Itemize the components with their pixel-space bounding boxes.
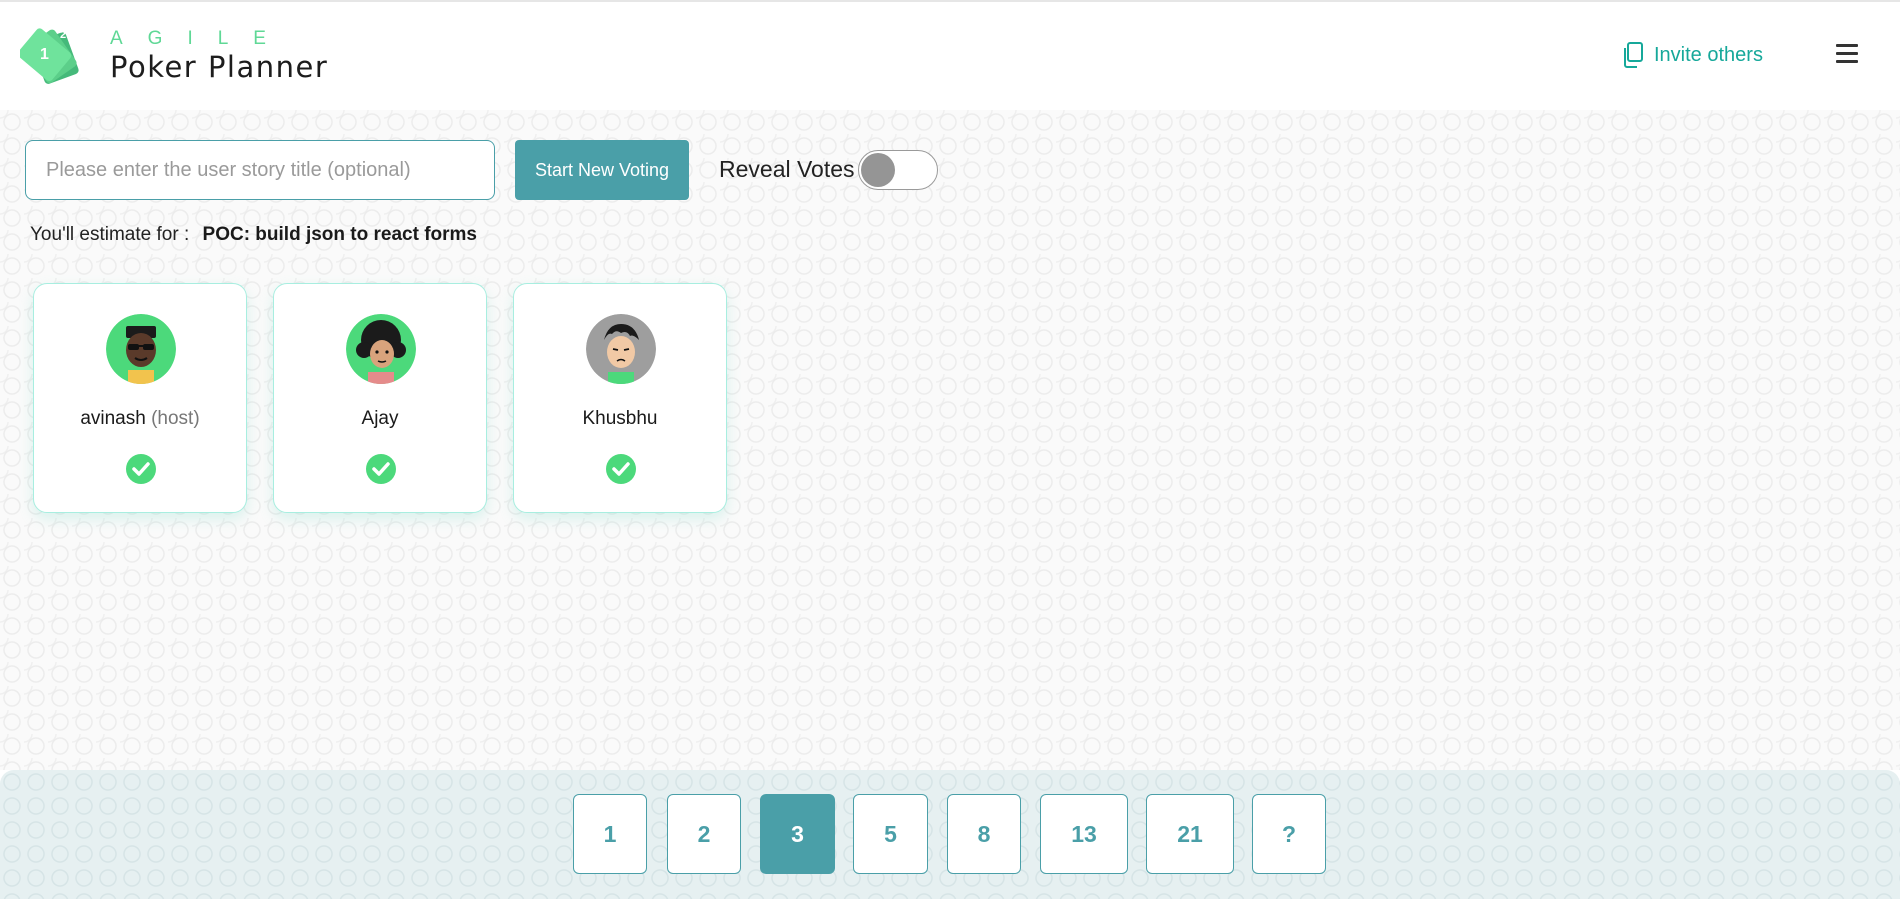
reveal-votes-label: Reveal Votes (719, 156, 855, 182)
player-card: avinash (host) (33, 283, 247, 513)
player-name: avinash (host) (80, 408, 200, 429)
user-story-title-input[interactable] (25, 140, 495, 200)
estimate-card[interactable]: 21 (1146, 794, 1234, 874)
start-new-voting-button[interactable]: Start New Voting (515, 140, 689, 200)
brand-name: Poker Planner (110, 50, 329, 84)
player-card: Ajay (273, 283, 487, 513)
voted-check-icon (366, 454, 396, 484)
invite-others-label: Invite others (1654, 43, 1763, 66)
player-card: Khusbhu (513, 283, 727, 513)
svg-text:1: 1 (40, 46, 49, 63)
svg-text:3: 3 (76, 43, 82, 55)
svg-text:2: 2 (60, 29, 66, 41)
brand-tagline: AGILE (110, 28, 291, 49)
estimate-card[interactable]: 8 (947, 794, 1021, 874)
estimate-card[interactable]: ? (1252, 794, 1326, 874)
player-name: Ajay (361, 408, 399, 429)
estimate-card[interactable]: 13 (1040, 794, 1128, 874)
avatar (586, 314, 656, 384)
estimate-card[interactable]: 2 (667, 794, 741, 874)
voted-check-icon (126, 454, 156, 484)
estimate-card[interactable]: 1 (573, 794, 647, 874)
avatar (346, 314, 416, 384)
app-header: 1 2 3 AGILE Poker Planner Invite others (0, 0, 1900, 110)
player-name: Khusbhu (582, 408, 658, 429)
estimate-prefix: You'll estimate for : (30, 224, 190, 245)
invite-others-button[interactable]: Invite others (1622, 39, 1763, 71)
copy-icon (1624, 42, 1643, 68)
voted-check-icon (606, 454, 636, 484)
avatar (106, 314, 176, 384)
hamburger-menu-icon[interactable] (1836, 44, 1858, 63)
app-logo-icon[interactable]: 1 2 3 (20, 22, 92, 94)
reveal-votes-toggle[interactable] (858, 150, 938, 190)
estimate-card[interactable]: 5 (853, 794, 928, 874)
estimate-line: You'll estimate for : POC: build json to… (30, 224, 477, 246)
toggle-knob (861, 153, 895, 187)
story-title: POC: build json to react forms (202, 224, 477, 245)
estimate-card-selected[interactable]: 3 (760, 794, 835, 874)
estimate-cards-bar: 1 2 3 5 8 13 21 ? (0, 770, 1900, 899)
